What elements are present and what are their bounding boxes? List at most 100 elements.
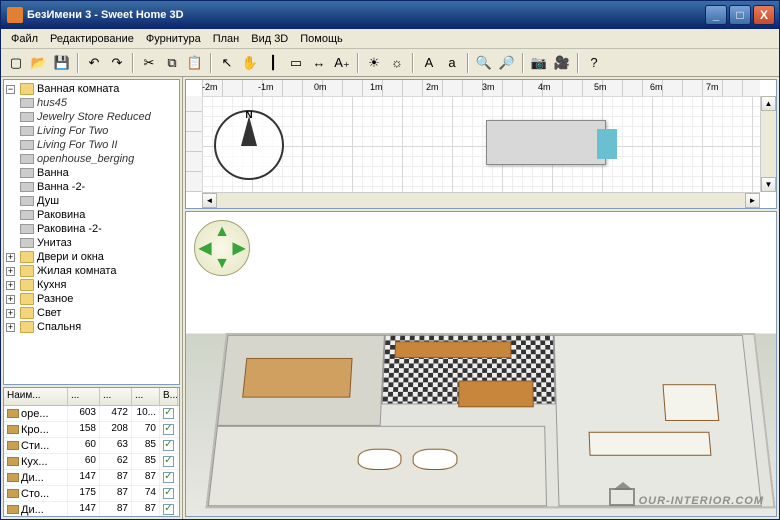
expand-icon[interactable]: + [6, 253, 15, 262]
scroll-down-button[interactable]: ▼ [761, 177, 776, 192]
nav-up-button[interactable]: ▲ [214, 223, 230, 241]
column-header-h[interactable]: ... [132, 388, 160, 405]
paste-button[interactable]: 📋 [184, 52, 206, 74]
copy-button[interactable]: ⧉ [161, 52, 183, 74]
cut-button[interactable]: ✂ [138, 52, 160, 74]
furniture-list-table[interactable]: Наим............В...оре...60347210...✓Кр… [3, 387, 180, 517]
furniture-catalog-tree[interactable]: −Ванная комнатаhus45Jewelry Store Reduce… [3, 79, 180, 385]
hand-button[interactable]: ✋ [239, 52, 261, 74]
table-row[interactable]: Сти...606385✓ [4, 438, 179, 454]
visibility-checkbox[interactable]: ✓ [163, 440, 174, 451]
column-header-vis[interactable]: В... [160, 388, 178, 405]
plan-scroll-vertical[interactable]: ▲ ▼ [760, 96, 776, 192]
menu-furniture[interactable]: Фурнитура [140, 31, 207, 47]
close-button[interactable]: X [753, 5, 775, 25]
table-row[interactable]: Кух...606285✓ [4, 454, 179, 470]
new-file-button[interactable]: ▢ [5, 52, 27, 74]
column-header-d[interactable]: ... [100, 388, 132, 405]
visibility-checkbox[interactable]: ✓ [163, 456, 174, 467]
table-row[interactable]: Ди...1478787✓ [4, 502, 179, 517]
plan-scroll-horizontal[interactable]: ◄ ► [202, 192, 760, 208]
cell-vis[interactable]: ✓ [160, 438, 178, 453]
save-button[interactable]: 💾 [51, 52, 73, 74]
plan-preview[interactable] [486, 120, 606, 165]
expand-icon[interactable]: + [6, 281, 15, 290]
cell-vis[interactable]: ✓ [160, 486, 178, 501]
compute-sun-button[interactable]: ☼ [386, 52, 408, 74]
catalog-item[interactable]: Душ [20, 194, 177, 208]
plan-2d-pane[interactable]: -2m-1m0m1m2m3m4m5m6m7m ◄ ► ▲ ▼ [185, 79, 777, 209]
expand-icon[interactable]: + [6, 323, 15, 332]
catalog-item[interactable]: Living For Two II [20, 138, 177, 152]
menu-help[interactable]: Помощь [294, 31, 349, 47]
catalog-category[interactable]: +Разное [6, 292, 177, 306]
text-big-button[interactable]: A [418, 52, 440, 74]
cell-vis[interactable]: ✓ [160, 406, 178, 421]
visibility-checkbox[interactable]: ✓ [163, 408, 174, 419]
expand-icon[interactable]: + [6, 309, 15, 318]
plan-grid[interactable] [202, 96, 760, 192]
catalog-item[interactable]: Jewelry Store Reduced [20, 110, 177, 124]
catalog-item[interactable]: Ванна [20, 166, 177, 180]
visibility-checkbox[interactable]: ✓ [163, 472, 174, 483]
nav-right-button[interactable]: ▶ [233, 238, 245, 258]
catalog-category[interactable]: −Ванная комната [6, 82, 177, 96]
titlebar[interactable]: БезИмени 3 - Sweet Home 3D _ □ X [1, 1, 779, 29]
catalog-item[interactable]: Раковина [20, 208, 177, 222]
catalog-item[interactable]: Унитаз [20, 236, 177, 250]
collapse-icon[interactable]: − [6, 85, 15, 94]
column-header-w[interactable]: ... [68, 388, 100, 405]
minimize-button[interactable]: _ [705, 5, 727, 25]
text-button[interactable]: A₊ [331, 52, 353, 74]
redo-button[interactable]: ↷ [106, 52, 128, 74]
scroll-left-button[interactable]: ◄ [202, 193, 217, 208]
3d-scene[interactable] [186, 212, 776, 516]
view-3d-pane[interactable]: ▲ ▼ ◀ ▶ OUR-INTERIOR.COM [185, 211, 777, 517]
cell-vis[interactable]: ✓ [160, 422, 178, 437]
undo-button[interactable]: ↶ [83, 52, 105, 74]
catalog-item[interactable]: Living For Two [20, 124, 177, 138]
catalog-item[interactable]: hus45 [20, 96, 177, 110]
maximize-button[interactable]: □ [729, 5, 751, 25]
open-file-button[interactable]: 📂 [28, 52, 50, 74]
expand-icon[interactable]: + [6, 267, 15, 276]
cell-vis[interactable]: ✓ [160, 454, 178, 469]
menu-view3d[interactable]: Вид 3D [245, 31, 294, 47]
catalog-item[interactable]: openhouse_berging [20, 152, 177, 166]
text-small-button[interactable]: a [441, 52, 463, 74]
video-button[interactable]: 🎥 [551, 52, 573, 74]
visibility-checkbox[interactable]: ✓ [163, 488, 174, 499]
visibility-checkbox[interactable]: ✓ [163, 504, 174, 515]
help-button[interactable]: ? [583, 52, 605, 74]
arrow-button[interactable]: ↖ [216, 52, 238, 74]
catalog-item[interactable]: Раковина -2- [20, 222, 177, 236]
sun-button[interactable]: ☀ [363, 52, 385, 74]
nav-left-button[interactable]: ◀ [199, 238, 211, 258]
table-row[interactable]: Ди...1478787✓ [4, 470, 179, 486]
wall-button[interactable]: ┃ [262, 52, 284, 74]
visibility-checkbox[interactable]: ✓ [163, 424, 174, 435]
table-row[interactable]: оре...60347210...✓ [4, 406, 179, 422]
nav-down-button[interactable]: ▼ [214, 255, 230, 273]
catalog-category[interactable]: +Жилая комната [6, 264, 177, 278]
room-button[interactable]: ▭ [285, 52, 307, 74]
column-header-name[interactable]: Наим... [4, 388, 68, 405]
catalog-category[interactable]: +Спальня [6, 320, 177, 334]
nav-3d-control[interactable]: ▲ ▼ ◀ ▶ [194, 220, 250, 276]
catalog-category[interactable]: +Двери и окна [6, 250, 177, 264]
expand-icon[interactable]: + [6, 295, 15, 304]
dimension-button[interactable]: ↔ [308, 52, 330, 74]
scroll-up-button[interactable]: ▲ [761, 96, 776, 111]
table-row[interactable]: Кро...15820870✓ [4, 422, 179, 438]
compass-icon[interactable] [214, 110, 284, 180]
menu-file[interactable]: Файл [5, 31, 44, 47]
camera-button[interactable]: 📷 [528, 52, 550, 74]
catalog-item[interactable]: Ванна -2- [20, 180, 177, 194]
zoom-out-button[interactable]: 🔎 [496, 52, 518, 74]
menu-plan[interactable]: План [207, 31, 246, 47]
cell-vis[interactable]: ✓ [160, 470, 178, 485]
cell-vis[interactable]: ✓ [160, 502, 178, 517]
table-row[interactable]: Сто...1758774✓ [4, 486, 179, 502]
menu-edit[interactable]: Редактирование [44, 31, 140, 47]
catalog-category[interactable]: +Свет [6, 306, 177, 320]
